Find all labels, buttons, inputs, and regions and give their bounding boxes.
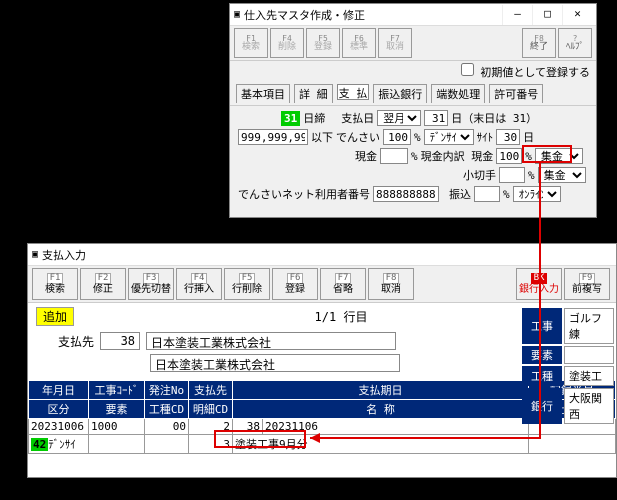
cash-method-select[interactable]: 集金 [535, 148, 583, 164]
tb-cancel[interactable]: F7取消 [378, 28, 412, 58]
tabstrip: 基本項目 詳 細 支 払 振込銀行 端数処理 許可番号 [230, 82, 596, 106]
tb-exit[interactable]: F8終了 [522, 28, 556, 58]
closing-label: 日締 [303, 110, 325, 126]
payee-label: 支払先 [58, 333, 94, 350]
tb2-register[interactable]: F6登録 [272, 268, 318, 300]
payday-note: 日（末日は 31） [451, 110, 537, 126]
table-row[interactable]: 42ﾃﾞﾝｻｲ 3 塗装工事9月分 [29, 435, 616, 454]
furikomi-label: 振込 [449, 186, 471, 202]
densai-pct[interactable] [383, 129, 411, 145]
densai-net-no[interactable] [373, 186, 439, 202]
side-info: 工事ゴルフ練 要素 工種塗装工 銀行大阪関西 [520, 306, 616, 426]
tab-rounding[interactable]: 端数処理 [431, 84, 485, 103]
kogitte-method-select[interactable]: 集金 [538, 167, 586, 183]
cash-breakdown-label: 現金内訳 現金 [421, 148, 494, 164]
window-title: 仕入先マスタ作成・修正 [244, 7, 365, 23]
register-initial-checkbox[interactable] [461, 63, 474, 76]
site-days[interactable] [496, 129, 520, 145]
month-select[interactable]: 翌月 [377, 110, 421, 126]
tb2-cancel[interactable]: F8取消 [368, 268, 414, 300]
minimize-button[interactable]: — [502, 5, 532, 25]
toolbar: F1検索 F4削除 F5登録 F6標準 F7取消 F8終了 ?ﾍﾙﾌﾟ [230, 26, 596, 61]
toolbar-bottom: F1検索 F2修正 F3優先切替 F4行挿入 F5行削除 F6登録 F7省略 F… [28, 266, 616, 303]
threshold-label: 以下 [311, 129, 333, 145]
kogitte-label: 小切手 [463, 167, 496, 183]
tb-register[interactable]: F5登録 [306, 28, 340, 58]
site-unit: 日 [523, 129, 534, 145]
titlebar: ▣ 仕入先マスタ作成・修正 — □ ✕ [230, 4, 596, 26]
tb-delete[interactable]: F4削除 [270, 28, 304, 58]
app-icon: ▣ [234, 9, 240, 20]
mode-tag: 追加 [36, 307, 74, 326]
payday-day[interactable] [424, 110, 448, 126]
tb2-omit[interactable]: F7省略 [320, 268, 366, 300]
payee-code[interactable]: 38 [100, 332, 140, 350]
tab-bank[interactable]: 振込銀行 [373, 84, 427, 103]
cash-breakdown-pct[interactable] [496, 148, 522, 164]
furikomi-method-select[interactable]: ｵﾝﾗｲﾝ [513, 186, 561, 202]
tb2-search[interactable]: F1検索 [32, 268, 78, 300]
densai-type-select[interactable]: ﾃﾞﾝｻｲ [424, 129, 474, 145]
tb2-edit[interactable]: F2修正 [80, 268, 126, 300]
supplier-master-dialog: ▣ 仕入先マスタ作成・修正 — □ ✕ F1検索 F4削除 F5登録 F6標準 … [229, 3, 597, 218]
tb2-bank[interactable]: BK銀行入力 [516, 268, 562, 300]
window-title-bottom: 支払入力 [42, 247, 86, 263]
payday-label: 支払日 [341, 110, 374, 126]
threshold-amount[interactable] [238, 129, 308, 145]
close-button[interactable]: ✕ [562, 5, 592, 25]
tb2-insert[interactable]: F4行挿入 [176, 268, 222, 300]
payee-name[interactable]: 日本塗装工業株式会社 [146, 332, 396, 350]
tb2-copy[interactable]: F9前複写 [564, 268, 610, 300]
tab-permit[interactable]: 許可番号 [489, 84, 543, 103]
payment-entry-window: ▣ 支払入力 F1検索 F2修正 F3優先切替 F4行挿入 F5行削除 F6登録… [27, 243, 617, 478]
densai-label: でんさい [336, 129, 380, 145]
tab-payment[interactable]: 支 払 [337, 84, 370, 100]
tb-standard[interactable]: F6標準 [342, 28, 376, 58]
kogitte-pct[interactable] [499, 167, 525, 183]
due-date-cell: 20231106 [263, 419, 529, 435]
closing-day: 31 [281, 111, 300, 126]
payee-name2[interactable]: 日本塗装工業株式会社 [150, 354, 400, 372]
site-label: ｻｲﾄ [477, 129, 494, 145]
register-initial-label: 初期値として登録する [480, 66, 590, 79]
cash-pct[interactable] [380, 148, 408, 164]
form-area: 31 日締 支払日 翌月 日（末日は 31） 以下 でんさい % ﾃﾞﾝｻｲ ｻ… [230, 106, 596, 209]
densai-net-label: でんさいネット利用者番号 [238, 186, 370, 202]
titlebar-bottom: ▣ 支払入力 [28, 244, 616, 266]
tab-detail[interactable]: 詳 細 [294, 84, 333, 103]
register-initial-row: 初期値として登録する [230, 61, 596, 82]
tb-search[interactable]: F1検索 [234, 28, 268, 58]
tb-help[interactable]: ?ﾍﾙﾌﾟ [558, 28, 592, 58]
tb2-delrow[interactable]: F5行削除 [224, 268, 270, 300]
app-icon: ▣ [32, 249, 38, 260]
tab-basic[interactable]: 基本項目 [236, 84, 290, 103]
tb2-priority[interactable]: F3優先切替 [128, 268, 174, 300]
maximize-button[interactable]: □ [532, 5, 562, 25]
cash-label: 現金 [355, 148, 377, 164]
furikomi-pct[interactable] [474, 186, 500, 202]
